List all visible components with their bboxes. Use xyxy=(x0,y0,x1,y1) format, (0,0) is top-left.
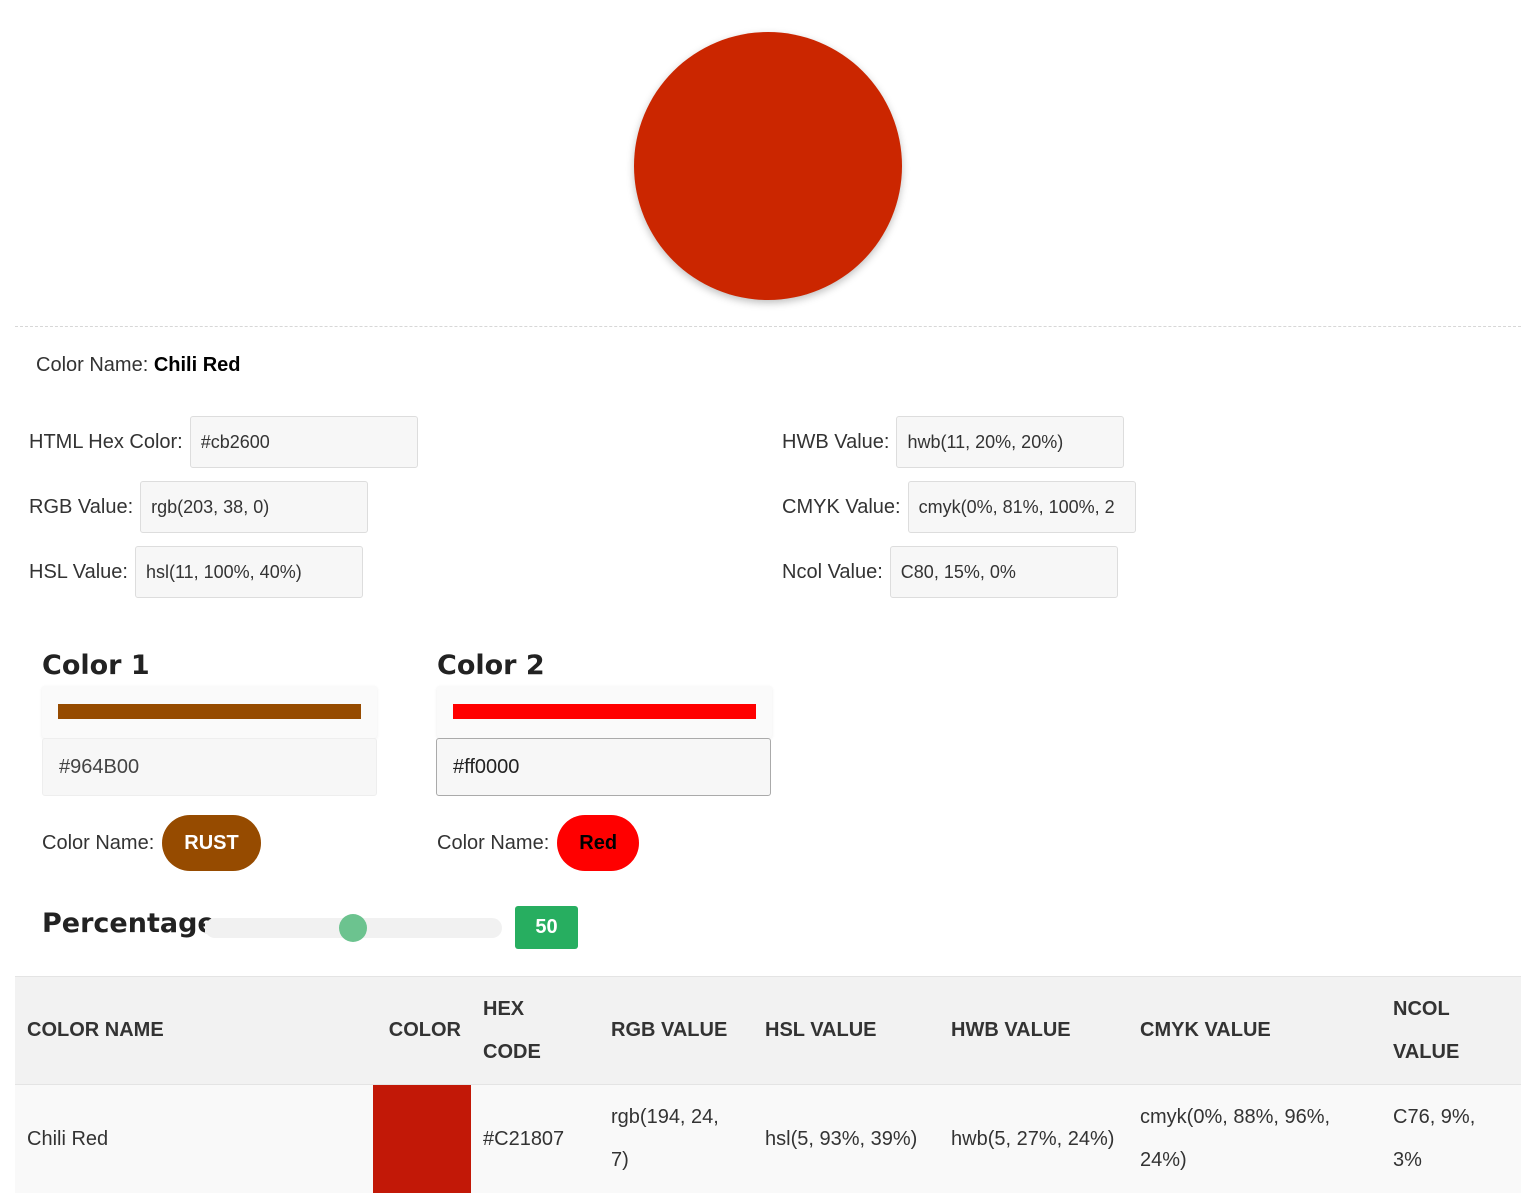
th-hex-code: HEX CODE xyxy=(471,976,599,1085)
th-hsl-value: HSL VALUE xyxy=(753,976,939,1085)
hwb-label: HWB Value: xyxy=(782,430,890,453)
color2-title: Color 2 xyxy=(437,650,545,681)
cell-color xyxy=(360,1084,471,1193)
percentage-value: 50 xyxy=(515,906,578,949)
color-preview-circle xyxy=(634,32,902,300)
th-ncol-value: NCOL VALUE xyxy=(1381,976,1521,1085)
rgb-field-row: RGB Value: xyxy=(29,481,369,533)
color1-name-badge: RUST xyxy=(162,815,261,871)
table-row: Chili Red #C21807 rgb(194, 24, 7) hsl(5,… xyxy=(15,1084,1521,1193)
color2-hex-input[interactable] xyxy=(436,738,771,796)
color-name-value: Chili Red xyxy=(153,354,241,376)
hsl-field[interactable] xyxy=(134,546,363,598)
th-color: COLOR xyxy=(360,976,471,1085)
percentage-label: Percentage xyxy=(42,908,216,939)
cell-ncol: C76, 9%, 3% xyxy=(1381,1084,1521,1193)
ncol-field[interactable] xyxy=(889,546,1118,598)
cell-rgb: rgb(194, 24, 7) xyxy=(599,1084,753,1193)
divider xyxy=(15,326,1521,327)
color2-name-label: Color Name: xyxy=(437,831,550,854)
hwb-field-row: HWB Value: xyxy=(782,416,1125,468)
hwb-field[interactable] xyxy=(896,416,1125,468)
rgb-field[interactable] xyxy=(140,481,369,533)
color-info-table: COLOR NAME COLOR HEX CODE RGB VALUE HSL … xyxy=(15,976,1521,1193)
cmyk-field[interactable] xyxy=(907,481,1136,533)
color2-picker[interactable] xyxy=(437,686,772,738)
rgb-label: RGB Value: xyxy=(29,495,134,518)
cmyk-label: CMYK Value: xyxy=(782,495,901,518)
color2-name-badge: Red xyxy=(557,815,640,871)
color1-title: Color 1 xyxy=(42,650,150,681)
hex-field-row: HTML Hex Color: xyxy=(29,416,418,468)
cell-hwb: hwb(5, 27%, 24%) xyxy=(939,1084,1128,1193)
ncol-label: Ncol Value: xyxy=(782,560,883,583)
color1-name-row: Color Name: RUST xyxy=(42,815,261,871)
hsl-field-row: HSL Value: xyxy=(29,546,363,598)
color-name-label: Color Name: xyxy=(36,354,149,376)
th-color-name: COLOR NAME xyxy=(15,976,360,1085)
hsl-label: HSL Value: xyxy=(29,560,128,583)
cmyk-field-row: CMYK Value: xyxy=(782,481,1136,533)
color1-hex-input[interactable] xyxy=(42,738,377,796)
color2-name-row: Color Name: Red xyxy=(437,815,640,871)
cell-hsl: hsl(5, 93%, 39%) xyxy=(753,1084,939,1193)
color2-bar xyxy=(453,704,756,719)
color1-picker[interactable] xyxy=(42,686,377,738)
hex-label: HTML Hex Color: xyxy=(29,430,183,453)
table-header-row: COLOR NAME COLOR HEX CODE RGB VALUE HSL … xyxy=(15,976,1521,1085)
th-cmyk-value: CMYK VALUE xyxy=(1128,976,1381,1085)
percentage-slider-thumb[interactable] xyxy=(339,914,367,942)
hex-field[interactable] xyxy=(189,416,418,468)
th-rgb-value: RGB VALUE xyxy=(599,976,753,1085)
th-hwb-value: HWB VALUE xyxy=(939,976,1128,1085)
cell-cmyk: cmyk(0%, 88%, 96%, 24%) xyxy=(1128,1084,1381,1193)
color-name-line: Color Name: Chili Red xyxy=(36,354,241,377)
color1-bar xyxy=(58,704,361,719)
color1-name-label: Color Name: xyxy=(42,831,155,854)
cell-color-name: Chili Red xyxy=(15,1084,360,1193)
ncol-field-row: Ncol Value: xyxy=(782,546,1118,598)
color-swatch xyxy=(373,1085,471,1193)
cell-hex: #C21807 xyxy=(471,1084,599,1193)
